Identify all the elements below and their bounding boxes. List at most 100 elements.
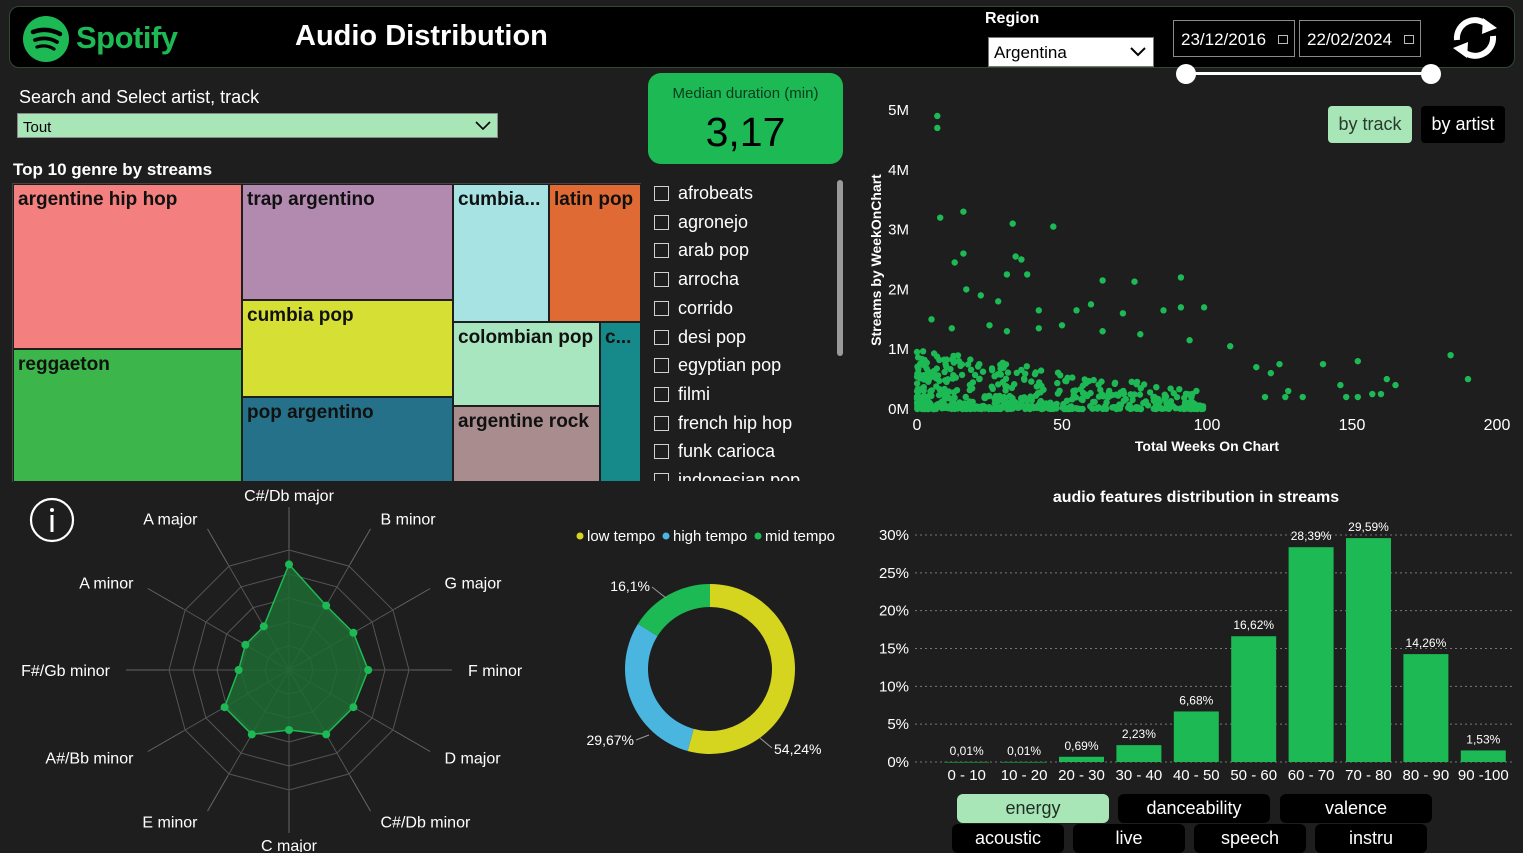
genre-checkbox[interactable] xyxy=(654,186,669,201)
scatter-y-axis-title: Streams by WeekOnChart xyxy=(868,174,884,346)
calendar-icon[interactable] xyxy=(1404,35,1414,44)
scatter-point xyxy=(941,368,948,376)
valence-button[interactable]: valence xyxy=(1280,794,1432,823)
genre-filter-item[interactable]: indonesian pop xyxy=(654,470,800,481)
scatter-point xyxy=(1140,399,1147,407)
instru-button[interactable]: instru xyxy=(1315,824,1427,853)
scatter-point xyxy=(936,386,943,393)
genre-filter-item[interactable]: funk carioca xyxy=(654,441,775,467)
genre-filter-item[interactable]: egyptian pop xyxy=(654,355,781,381)
scatter-point xyxy=(997,403,1004,411)
bar xyxy=(944,761,990,763)
scatter-point xyxy=(1464,375,1472,383)
calendar-icon[interactable] xyxy=(1278,35,1288,44)
scatter-point xyxy=(1052,404,1059,411)
scatter-point xyxy=(1383,375,1390,383)
key-radar-chart: C#/Db major B minor G major F minor D major C… xyxy=(21,488,523,852)
scatter-point xyxy=(951,259,958,266)
genre-label: agronejo xyxy=(678,211,749,232)
treemap-cell[interactable]: c... xyxy=(600,322,641,482)
genre-filter-item[interactable]: arrocha xyxy=(654,269,739,295)
treemap-cell[interactable]: cumbia pop xyxy=(242,300,453,397)
scatter-point xyxy=(1131,391,1138,398)
treemap-cell[interactable]: reggaeton xyxy=(13,349,242,482)
treemap-cell[interactable]: argentine rock xyxy=(453,406,600,482)
radar-label-leader xyxy=(349,528,371,565)
danceability-button[interactable]: danceability xyxy=(1118,794,1270,823)
artist-track-dropdown[interactable]: Tout xyxy=(17,113,498,138)
genre-label: corrido xyxy=(678,297,734,318)
genre-checkbox[interactable] xyxy=(654,386,669,402)
scatter-point xyxy=(980,403,987,410)
treemap-cell[interactable]: cumbia... xyxy=(453,184,549,322)
scatter-point xyxy=(1009,220,1016,227)
scatter-point xyxy=(1054,379,1061,387)
genre-checkbox[interactable] xyxy=(654,358,669,374)
scatter-point xyxy=(967,356,974,363)
genre-filter-item[interactable]: agronejo xyxy=(654,212,748,238)
genre-checkbox[interactable] xyxy=(654,473,669,481)
date-range-slider-track[interactable] xyxy=(1186,72,1431,75)
scatter-point xyxy=(971,371,979,379)
scatter-point xyxy=(1160,307,1167,314)
donut-legend-label: high tempo xyxy=(673,528,747,545)
genre-list-scrollbar[interactable] xyxy=(837,180,843,356)
date-slider-start-handle[interactable] xyxy=(1176,64,1196,84)
scatter-point xyxy=(913,380,921,387)
date-slider-end-handle[interactable] xyxy=(1421,64,1441,84)
genre-filter-list[interactable]: afrobeats agronejo arab pop arrocha corrido d… xyxy=(654,183,844,481)
region-dropdown[interactable]: Argentina xyxy=(988,37,1154,67)
genre-checkbox[interactable] xyxy=(654,243,669,259)
by-track-button[interactable]: by track xyxy=(1328,106,1412,143)
genre-filter-item[interactable]: desi pop xyxy=(654,327,746,353)
genre-checkbox[interactable] xyxy=(654,300,669,316)
start-date-input[interactable]: 23/12/2016 xyxy=(1173,20,1295,57)
scatter-point xyxy=(1059,404,1066,411)
genre-checkbox[interactable] xyxy=(654,415,669,431)
live-button[interactable]: live xyxy=(1073,824,1185,853)
genre-label: arrocha xyxy=(678,269,740,290)
scatter-point xyxy=(1200,304,1208,311)
genre-filter-item[interactable]: filmi xyxy=(654,384,710,410)
genre-checkbox[interactable] xyxy=(654,329,669,345)
genre-filter-item[interactable]: afrobeats xyxy=(654,183,753,209)
by-artist-button[interactable]: by artist xyxy=(1421,106,1505,143)
scatter-point xyxy=(1020,375,1028,382)
genre-filter-item[interactable]: arab pop xyxy=(654,240,749,266)
radar-label-leader xyxy=(394,730,431,752)
scatter-point xyxy=(958,371,966,379)
speech-button[interactable]: speech xyxy=(1194,824,1306,853)
genre-checkbox[interactable] xyxy=(654,214,669,230)
scatter-point xyxy=(963,286,970,293)
scatter-point xyxy=(1114,404,1121,411)
scatter-point xyxy=(920,375,927,382)
energy-button[interactable]: energy xyxy=(957,794,1109,823)
bar-y-tick-label: 30% xyxy=(879,527,909,544)
genre-filter-item[interactable]: corrido xyxy=(654,298,733,324)
scatter-point xyxy=(1134,404,1142,411)
acoustic-button[interactable]: acoustic xyxy=(952,824,1064,853)
treemap-cell[interactable]: trap argentino xyxy=(242,184,453,300)
scatter-point xyxy=(921,356,928,364)
genre-checkbox[interactable] xyxy=(654,444,669,460)
bar-category-label: 10 - 20 xyxy=(1001,767,1048,784)
scatter-x-tick-label: 50 xyxy=(1053,417,1071,434)
genre-label: afrobeats xyxy=(678,183,754,203)
treemap-cell[interactable]: latin pop xyxy=(549,184,641,322)
scatter-point xyxy=(1004,405,1012,412)
treemap-cell[interactable]: colombian pop xyxy=(453,322,600,406)
genre-checkbox[interactable] xyxy=(654,272,669,288)
scatter-point xyxy=(1099,277,1106,284)
donut-legend-marker xyxy=(662,532,670,540)
refresh-icon[interactable] xyxy=(1449,14,1501,62)
treemap-cell[interactable]: pop argentino xyxy=(242,397,453,482)
scatter-point xyxy=(1369,390,1376,398)
end-date-input[interactable]: 22/02/2024 xyxy=(1299,20,1421,57)
treemap-cell[interactable]: argentine hip hop xyxy=(13,184,242,349)
scatter-point xyxy=(1180,404,1187,411)
genre-filter-item[interactable]: french hip hop xyxy=(654,413,792,439)
scatter-point xyxy=(917,394,925,402)
genre-label: french hip hop xyxy=(678,412,793,433)
scatter-point xyxy=(1038,382,1045,390)
scatter-point xyxy=(1087,389,1094,397)
